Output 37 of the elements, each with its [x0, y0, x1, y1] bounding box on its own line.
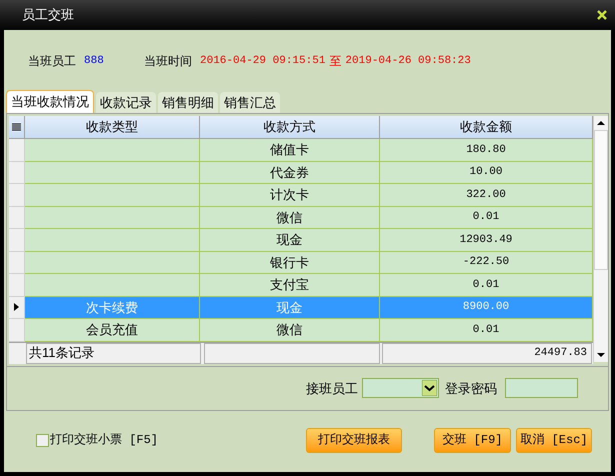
action-button[interactable]: 取消 [Esc] — [516, 428, 592, 452]
table-row[interactable]: 微信 0.01 — [9, 206, 593, 229]
start-time: 2016-04-29 09:15:51 — [200, 54, 326, 69]
table-row[interactable]: 会员充值 微信 0.01 — [9, 319, 593, 342]
time-separator: 至 — [329, 53, 342, 70]
table-row[interactable]: 现金 12903.49 — [9, 229, 593, 252]
password-label: 登录密码 — [445, 380, 497, 398]
time-label: 当班时间 — [144, 53, 192, 70]
total-amount: 24497.83 — [382, 342, 592, 364]
tab[interactable]: 销售明细 — [158, 92, 218, 113]
tab[interactable]: 当班收款情况 — [6, 90, 94, 113]
action-button[interactable]: 交班 [F9] — [434, 428, 511, 452]
column-menu-icon[interactable] — [12, 122, 21, 132]
table-row[interactable]: 储值卡 180.80 — [9, 139, 593, 162]
table-row[interactable]: 代金券 10.00 — [9, 162, 593, 184]
table-row[interactable]: 支付宝 0.01 — [9, 274, 593, 296]
scrollbar[interactable] — [593, 116, 608, 362]
tab[interactable]: 销售汇总 — [220, 92, 280, 113]
print-slip-checkbox[interactable] — [36, 434, 49, 446]
print-slip-label: 打印交班小票 [F5] — [50, 432, 158, 449]
dropdown-arrow-icon[interactable] — [422, 380, 437, 396]
action-button[interactable]: 打印交班报表 — [306, 428, 402, 452]
scroll-thumb[interactable] — [594, 130, 608, 270]
row-pointer-icon — [14, 303, 19, 312]
tab[interactable]: 收款记录 — [96, 92, 156, 113]
close-icon[interactable] — [597, 10, 607, 20]
table-row[interactable]: 计次卡 322.00 — [9, 184, 593, 206]
employee-value: 888 — [84, 54, 105, 69]
handover-label: 接班员工 — [306, 380, 358, 398]
employee-label: 当班员工 — [28, 53, 76, 70]
window-title: 员工交班 — [22, 6, 74, 24]
column-header[interactable]: 收款类型 — [25, 116, 200, 138]
password-field[interactable] — [505, 378, 578, 398]
column-header[interactable]: 收款方式 — [200, 116, 380, 138]
record-count: 共11条记录 — [26, 342, 201, 364]
end-time: 2019-04-26 09:58:23 — [345, 54, 471, 69]
table-row[interactable]: 银行卡 -222.50 — [9, 252, 593, 274]
